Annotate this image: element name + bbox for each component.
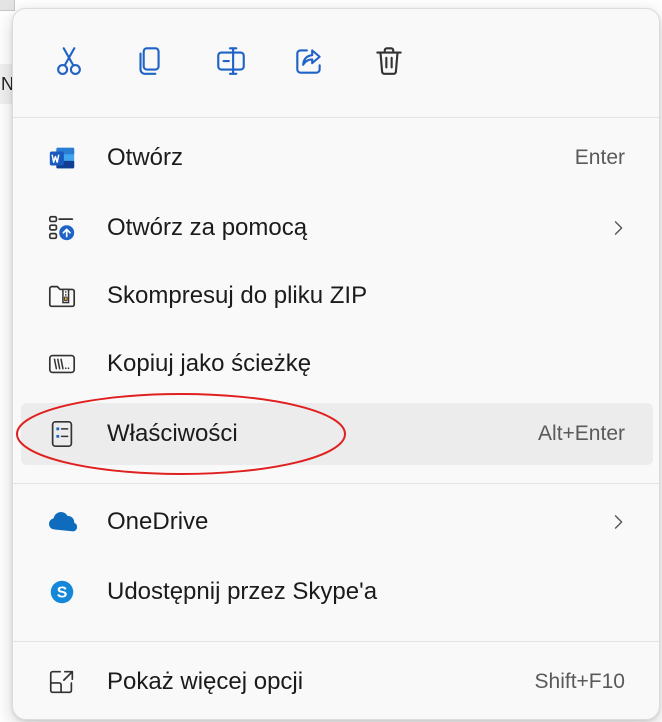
copy-icon xyxy=(139,47,160,75)
menu-item-show-more-options[interactable]: Pokaż więcej opcji Shift+F10 xyxy=(21,651,653,713)
background-window-edge: N xyxy=(0,64,12,104)
open-with-icon xyxy=(45,211,79,245)
zip-folder-icon xyxy=(45,279,79,313)
menu-item-open-with[interactable]: Otwórz za pomocą xyxy=(21,197,653,259)
delete-button[interactable] xyxy=(363,35,415,87)
menu-item-share-skype[interactable]: S Udostępnij przez Skype'a xyxy=(21,561,653,623)
menu-item-shortcut: Enter xyxy=(574,146,625,169)
menu-divider xyxy=(13,483,659,484)
trash-icon xyxy=(376,47,402,75)
menu-item-compress-zip[interactable]: Skompresuj do pliku ZIP xyxy=(21,265,653,327)
copy-path-icon xyxy=(45,347,79,381)
menu-item-shortcut: Alt+Enter xyxy=(538,422,625,445)
skype-icon: S xyxy=(45,575,79,609)
onedrive-icon xyxy=(45,505,79,539)
share-button[interactable] xyxy=(283,35,335,87)
scissors-icon xyxy=(57,47,81,76)
menu-item-open[interactable]: Otwórz Enter xyxy=(21,127,653,189)
menu-item-properties[interactable]: Właściwości Alt+Enter xyxy=(21,403,653,465)
menu-item-label: Otwórz xyxy=(107,144,184,171)
rename-icon xyxy=(217,47,245,75)
menu-item-copy-as-path[interactable]: Kopiuj jako ścieżkę xyxy=(21,333,653,395)
menu-item-label: OneDrive xyxy=(107,508,209,535)
copy-button[interactable] xyxy=(123,35,175,87)
properties-icon xyxy=(45,417,79,451)
show-more-icon xyxy=(45,665,79,699)
menu-item-label: Właściwości xyxy=(107,420,238,447)
menu-item-label: Kopiuj jako ścieżkę xyxy=(107,350,312,377)
menu-item-label: Pokaż więcej opcji xyxy=(107,668,304,695)
toolbar-divider xyxy=(13,117,659,118)
context-menu: Otwórz Enter Otwórz za pomocą Skompresuj… xyxy=(12,8,660,720)
menu-item-onedrive[interactable]: OneDrive xyxy=(21,491,653,553)
share-icon xyxy=(296,49,321,74)
screen: N Otwórz Enter Otwórz za pomocą Skompres… xyxy=(0,0,662,722)
menu-divider xyxy=(13,641,659,642)
menu-item-shortcut: Shift+F10 xyxy=(534,670,625,693)
cut-button[interactable] xyxy=(43,35,95,87)
menu-item-label: Udostępnij przez Skype'a xyxy=(107,578,378,605)
background-edge-text: N xyxy=(1,74,12,94)
word-icon xyxy=(45,141,79,175)
menu-item-label: Skompresuj do pliku ZIP xyxy=(107,282,368,309)
menu-item-label: Otwórz za pomocą xyxy=(107,214,308,241)
chevron-right-icon xyxy=(609,216,629,240)
context-menu-toolbar xyxy=(13,9,659,113)
rename-button[interactable] xyxy=(205,35,257,87)
chevron-right-icon xyxy=(609,510,629,534)
svg-text:S: S xyxy=(57,585,68,602)
